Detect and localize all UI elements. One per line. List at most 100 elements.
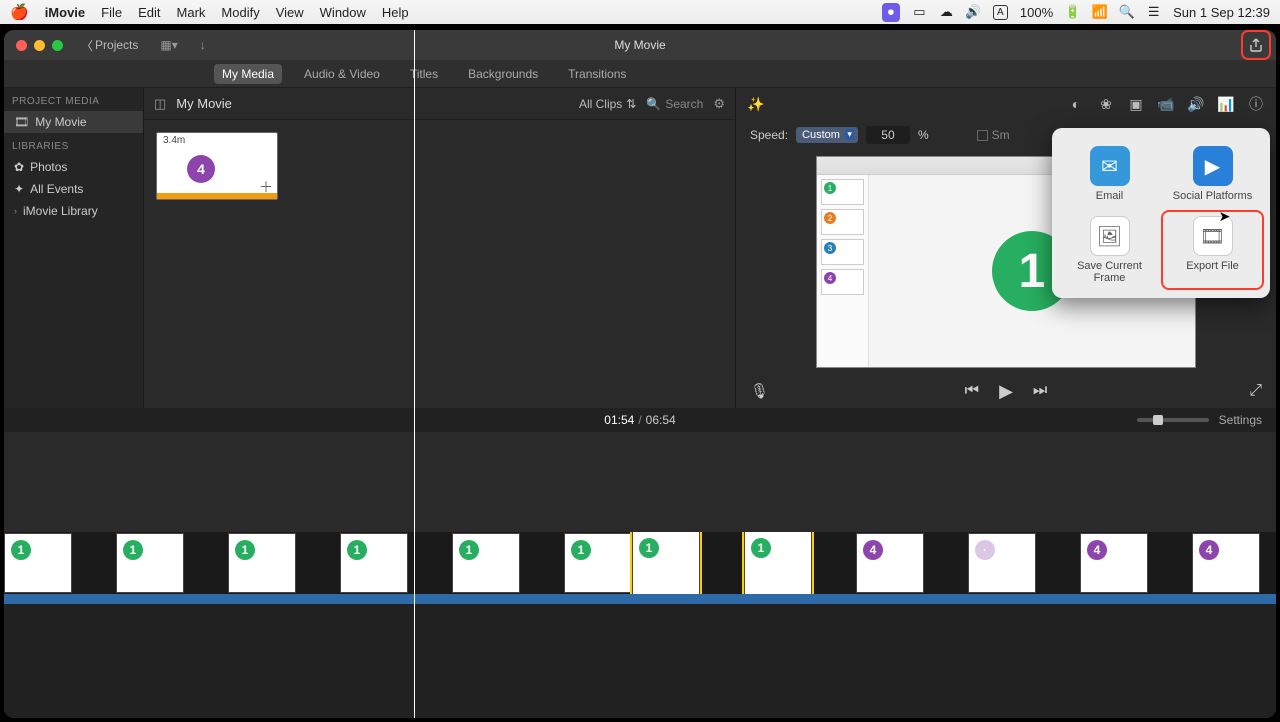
share-save-frame-button[interactable]: 🖼 Save Current Frame xyxy=(1060,212,1159,288)
sidebar-toggle-icon[interactable]: ◫ xyxy=(154,96,166,112)
timeline-zoom-slider[interactable] xyxy=(1137,418,1209,422)
timeline-header: 01:54 / 06:54 Settings xyxy=(4,408,1276,432)
timeline-clip[interactable]: 4 xyxy=(856,533,924,593)
timeline-ruler[interactable] xyxy=(4,432,1276,532)
timeline-current-time: 01:54 xyxy=(604,413,634,427)
smooth-checkbox[interactable] xyxy=(977,130,988,141)
crop-icon[interactable]: ▣ xyxy=(1128,96,1144,112)
menu-mark[interactable]: Mark xyxy=(177,5,206,20)
share-popover: ✉︎ Email ▶ Social Platforms 🖼 Save Curre… xyxy=(1052,128,1270,298)
minimize-window-button[interactable] xyxy=(34,40,45,51)
preview-panel: ✨ ◐ ❀ ▣ 📹 🔊 📊 ⓘ Speed: Custom 50 % Sm xyxy=(736,88,1276,408)
wifi-icon[interactable]: 📶 xyxy=(1092,5,1107,20)
fullscreen-icon[interactable]: ⤢ xyxy=(1249,382,1262,400)
share-email-button[interactable]: ✉︎ Email xyxy=(1060,142,1159,206)
control-center-icon[interactable]: ☰ xyxy=(1146,5,1161,20)
window-title: My Movie xyxy=(614,38,665,52)
menu-modify[interactable]: Modify xyxy=(221,5,259,20)
tab-transitions[interactable]: Transitions xyxy=(560,64,634,84)
tab-my-media[interactable]: My Media xyxy=(214,64,282,84)
volume-adjust-icon[interactable]: 🔊 xyxy=(1188,96,1204,112)
play-button[interactable]: ▶ xyxy=(999,381,1013,402)
menu-file[interactable]: File xyxy=(101,5,122,20)
sidebar-item-all-events[interactable]: ✦ All Events xyxy=(4,178,143,200)
menu-view[interactable]: View xyxy=(276,5,304,20)
timeline-clip-selected[interactable]: 1 xyxy=(744,532,812,595)
tab-audio-video[interactable]: Audio & Video xyxy=(296,64,388,84)
prev-frame-button[interactable]: ⏮ xyxy=(965,382,979,400)
timeline-video-track[interactable]: 1 1 1 1 1 1 1 1 4 · 4 4 xyxy=(4,532,1276,604)
settings-gear-icon[interactable]: ⚙ xyxy=(713,96,725,112)
menubar-datetime[interactable]: Sun 1 Sep 12:39 xyxy=(1173,5,1270,20)
timeline-clip-selected[interactable]: 1 xyxy=(632,532,700,595)
playhead-track[interactable] xyxy=(414,532,415,604)
battery-icon[interactable]: 🔋 xyxy=(1065,5,1080,20)
timeline-clip[interactable]: 1 xyxy=(340,533,408,593)
playhead[interactable] xyxy=(414,30,415,718)
layout-toggle-icon[interactable]: ▦▾ xyxy=(160,38,177,52)
media-clip-thumbnail[interactable]: 3.4m 4 ＋ xyxy=(156,132,278,200)
timeline-clip[interactable]: 1 xyxy=(564,533,632,593)
speed-label: Speed: xyxy=(750,128,788,142)
speed-preset-dropdown[interactable]: Custom xyxy=(796,127,858,143)
tab-backgrounds[interactable]: Backgrounds xyxy=(460,64,546,84)
menu-window[interactable]: Window xyxy=(320,5,366,20)
timeline-clip[interactable]: 1 xyxy=(452,533,520,593)
import-icon[interactable]: ↓ xyxy=(200,38,206,52)
slide-thumb-2: 2 xyxy=(824,212,836,224)
menu-help[interactable]: Help xyxy=(382,5,409,20)
sidebar-item-my-movie[interactable]: 🎞 My Movie xyxy=(4,111,143,133)
voiceover-mic-icon[interactable]: 🎙 xyxy=(750,382,769,400)
next-frame-button[interactable]: ⏭ xyxy=(1033,382,1047,400)
sidebar-item-photos[interactable]: ✿ Photos xyxy=(4,156,143,178)
menu-edit[interactable]: Edit xyxy=(138,5,160,20)
info-icon[interactable]: ⓘ xyxy=(1248,96,1264,112)
slide-thumb-4: 4 xyxy=(824,272,836,284)
transport-controls: 🎙 ⏮ ▶ ⏭ ⤢ xyxy=(736,374,1276,408)
spotlight-icon[interactable]: 🔍 xyxy=(1119,5,1134,20)
sidebar-section-libraries: LIBRARIES xyxy=(4,133,143,156)
app-menu[interactable]: iMovie xyxy=(45,5,85,20)
cloud-icon[interactable]: ☁︎ xyxy=(939,5,954,20)
sidebar-item-imovie-library[interactable]: › iMovie Library xyxy=(4,200,143,222)
clip-filmstrip xyxy=(157,193,277,199)
timeline-clip[interactable]: · xyxy=(968,533,1036,593)
timeline-clip[interactable]: 4 xyxy=(1080,533,1148,593)
stabilization-icon[interactable]: 📹 xyxy=(1158,96,1174,112)
social-icon: ▶ xyxy=(1193,146,1233,186)
timeline-audio-waveform[interactable] xyxy=(4,594,1276,604)
speed-value-input[interactable]: 50 xyxy=(866,126,910,144)
screen-mirror-icon[interactable]: ▭ xyxy=(912,5,927,20)
volume-icon[interactable]: 🔊 xyxy=(966,5,981,20)
clips-filter-dropdown[interactable]: All Clips ⇅ xyxy=(579,97,636,111)
timeline-clip[interactable]: 1 xyxy=(116,533,184,593)
share-social-button[interactable]: ▶ Social Platforms xyxy=(1163,142,1262,206)
color-correction-icon[interactable]: ❀ xyxy=(1098,96,1114,112)
share-button[interactable] xyxy=(1244,33,1268,57)
imovie-window: 〈 Projects ▦▾ ↓ My Movie My Media Audio … xyxy=(4,30,1276,718)
tab-titles[interactable]: Titles xyxy=(402,64,446,84)
back-label: Projects xyxy=(95,38,138,52)
sidebar-item-label: Photos xyxy=(30,160,67,174)
share-export-file-button[interactable]: 🎞 Export File ➤ xyxy=(1163,212,1262,288)
timeline-settings-button[interactable]: Settings xyxy=(1219,413,1262,427)
close-window-button[interactable] xyxy=(16,40,27,51)
timeline-clip[interactable]: 1 xyxy=(228,533,296,593)
timeline-clip[interactable]: 1 xyxy=(4,533,72,593)
noise-equalizer-icon[interactable]: 📊 xyxy=(1218,96,1234,112)
film-icon: 🎞 xyxy=(14,115,29,129)
share-icon xyxy=(1248,37,1264,53)
search-field[interactable]: 🔍 Search xyxy=(646,97,703,111)
color-balance-icon[interactable]: ◐ xyxy=(1068,96,1084,112)
media-title: My Movie xyxy=(176,96,232,111)
timeline-clip[interactable]: 4 xyxy=(1192,533,1260,593)
zoom-window-button[interactable] xyxy=(52,40,63,51)
input-source-icon[interactable]: A xyxy=(993,5,1008,20)
back-to-projects-button[interactable]: 〈 Projects xyxy=(81,37,138,54)
magic-wand-icon[interactable]: ✨ xyxy=(748,96,764,112)
screen-recording-indicator[interactable]: ⏺ xyxy=(882,3,900,22)
smooth-label: Sm xyxy=(992,128,1010,142)
sidebar-item-label: All Events xyxy=(30,182,83,196)
apple-menu-icon[interactable]: 🍎 xyxy=(10,3,29,21)
battery-percent[interactable]: 100% xyxy=(1020,5,1053,20)
